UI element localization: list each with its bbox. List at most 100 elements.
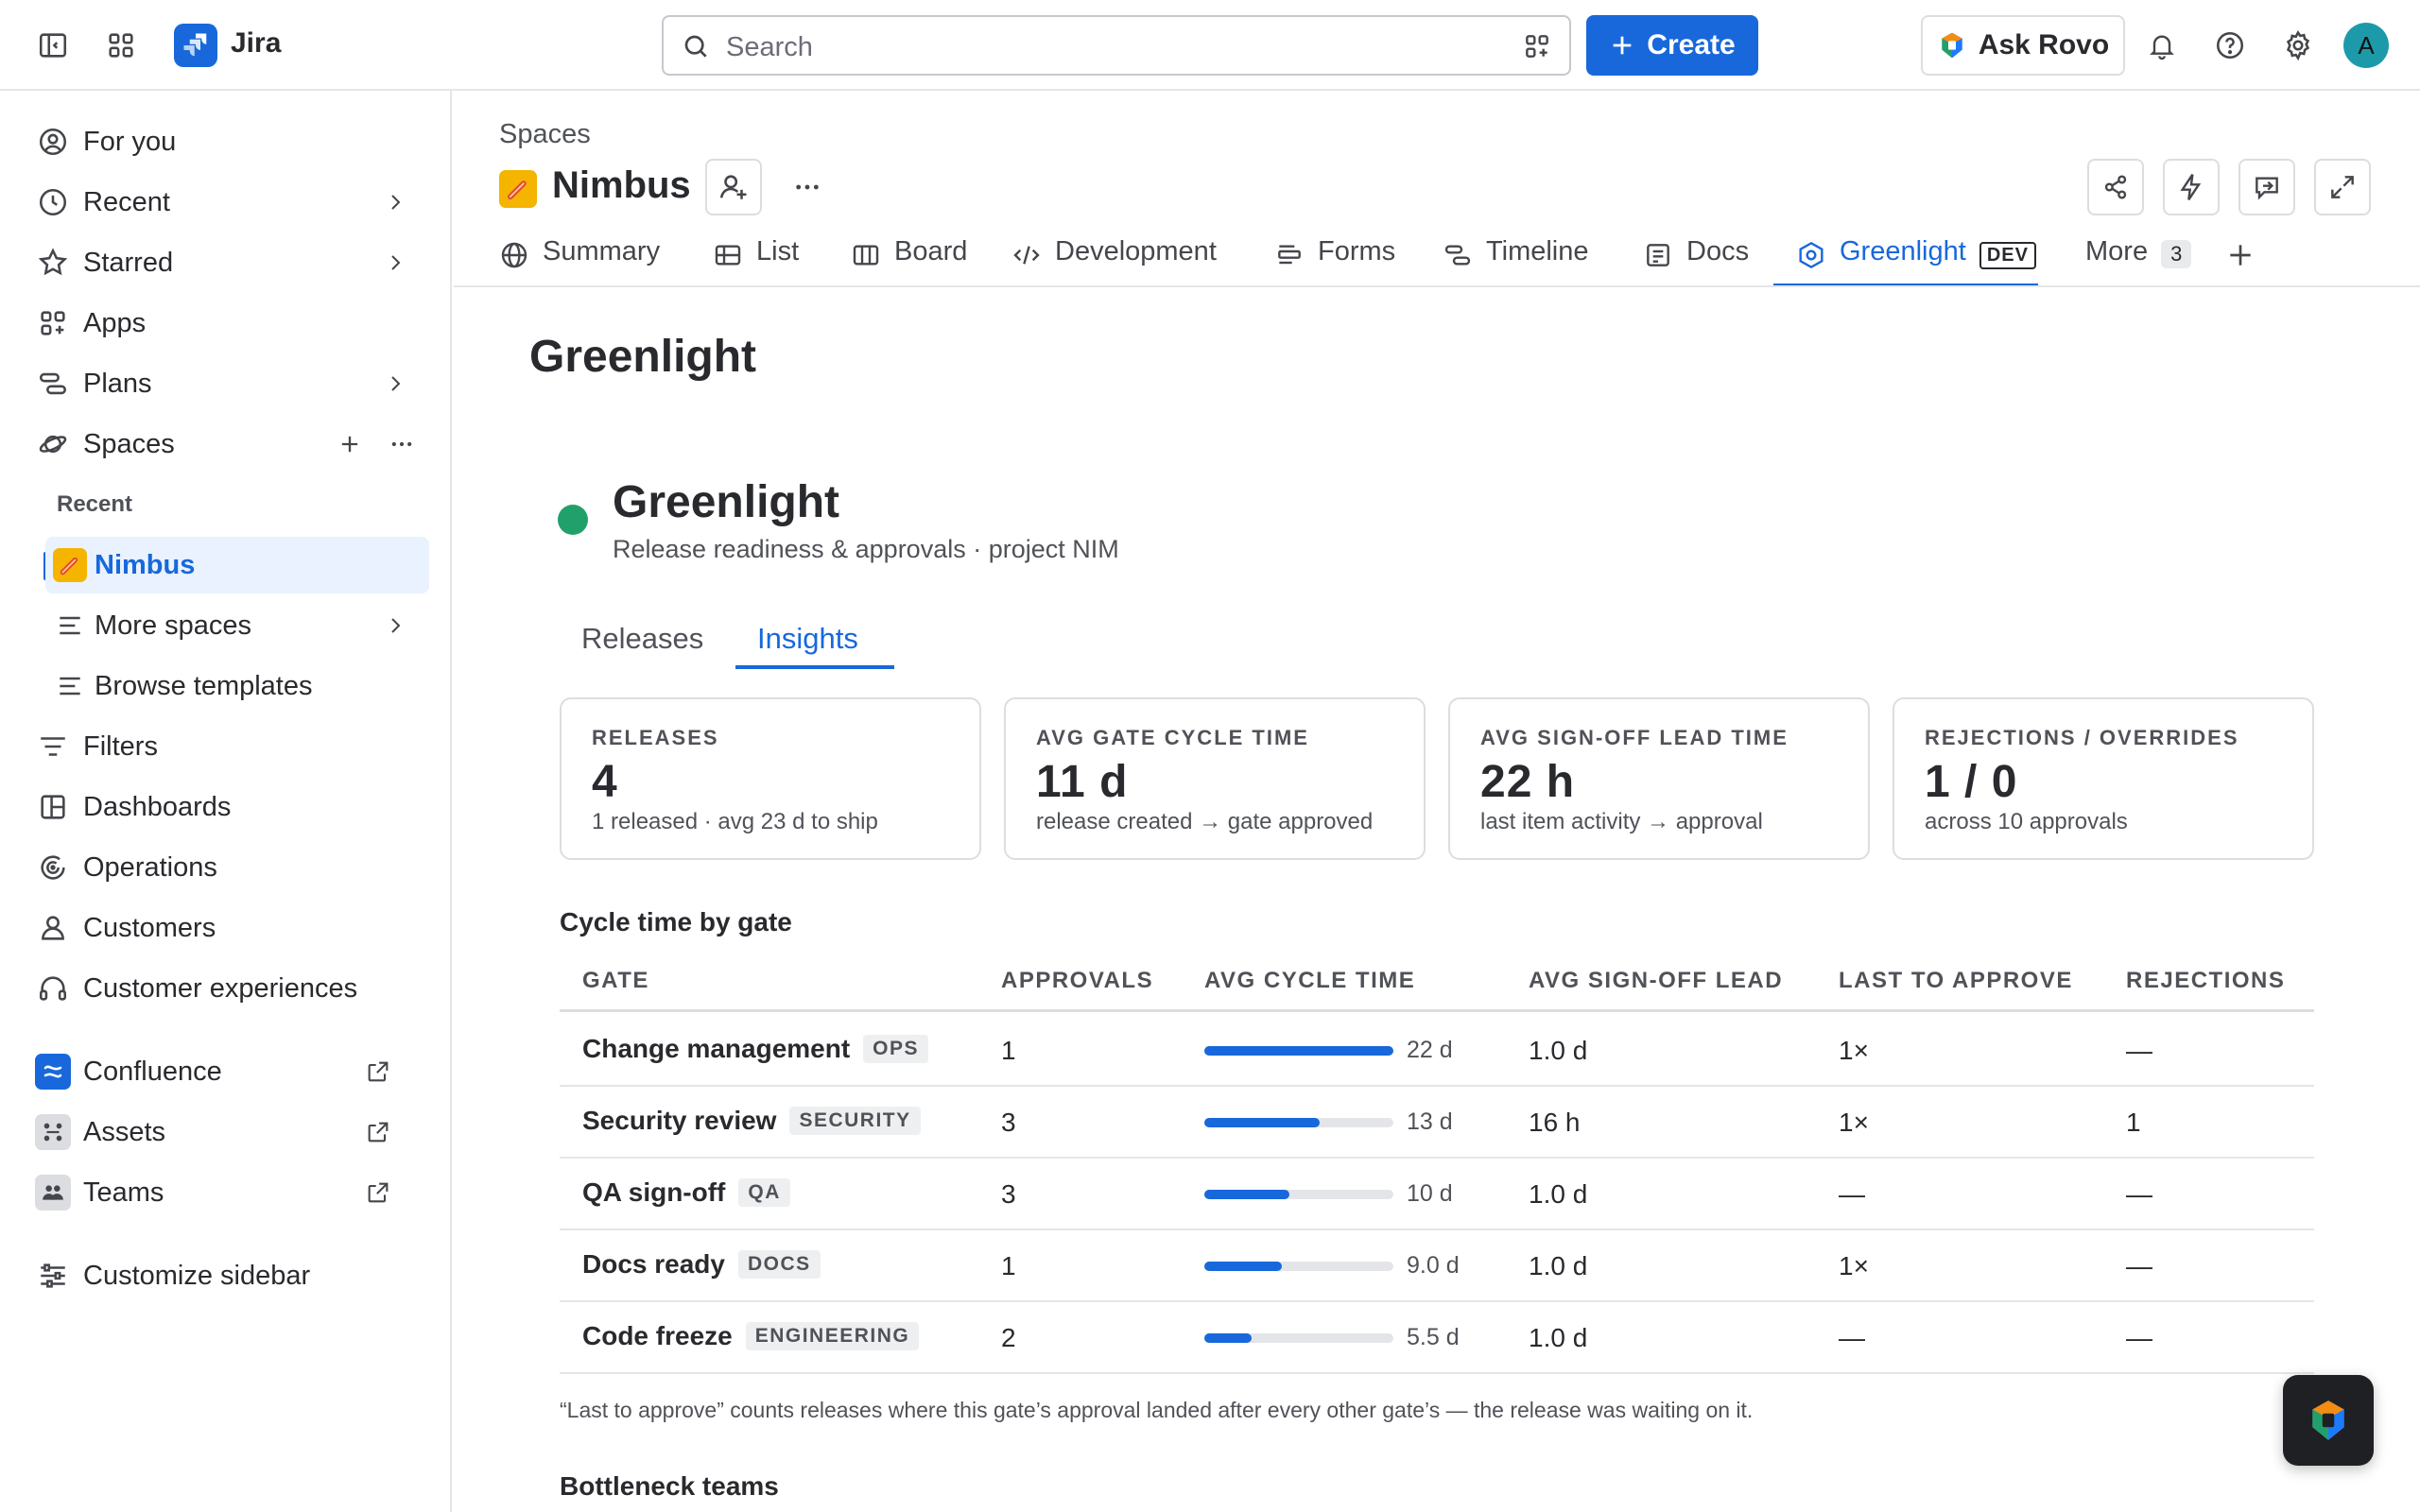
stat-card-avg-gate-cycle-time: AVG GATE CYCLE TIME 11 d release created… bbox=[1004, 697, 1426, 860]
row-divider bbox=[560, 1300, 2314, 1302]
app-switcher-icon[interactable] bbox=[95, 19, 147, 72]
cycle-time-value: 13 d bbox=[1407, 1108, 1453, 1135]
sidebar-item-dashboards[interactable]: Dashboards bbox=[23, 779, 429, 835]
operations-icon bbox=[23, 851, 83, 884]
chevron-right-icon[interactable] bbox=[384, 191, 406, 214]
headset-icon bbox=[23, 972, 83, 1005]
sidebar-item-customers[interactable]: Customers bbox=[23, 900, 429, 956]
table-row-gate[interactable]: Docs ready DOCS bbox=[582, 1249, 821, 1280]
sidebar-item-apps[interactable]: Apps bbox=[23, 295, 429, 352]
help-icon[interactable] bbox=[2204, 19, 2256, 72]
table-footnote: “Last to approve” counts releases where … bbox=[560, 1398, 1754, 1422]
search-input[interactable]: Search bbox=[662, 15, 1571, 76]
app-subtitle: Release readiness & approvals · project … bbox=[613, 535, 1119, 563]
sidebar-item-spaces[interactable]: Spaces bbox=[23, 416, 429, 472]
ask-rovo-button[interactable]: Ask Rovo bbox=[1921, 15, 2125, 76]
filter-icon[interactable] bbox=[1522, 31, 1552, 61]
add-tab-button[interactable] bbox=[2225, 234, 2256, 287]
feedback-button[interactable] bbox=[2238, 159, 2295, 215]
sidebar-item-for-you[interactable]: For you bbox=[23, 113, 429, 170]
row-divider bbox=[560, 1157, 2314, 1159]
team-tag: DOCS bbox=[737, 1250, 821, 1279]
tab-list[interactable]: List bbox=[713, 234, 799, 287]
cycle-time-value: 22 d bbox=[1407, 1037, 1453, 1063]
more-options-icon[interactable] bbox=[388, 431, 416, 457]
sidebar-item-customer-experiences[interactable]: Customer experiences bbox=[23, 960, 429, 1017]
rovo-chat-button[interactable] bbox=[2283, 1375, 2374, 1466]
gate-name: Security review bbox=[582, 1106, 777, 1135]
greenlight-icon bbox=[1796, 240, 1826, 270]
tab-development[interactable]: Development bbox=[1011, 234, 1217, 287]
tab-more[interactable]: More 3 bbox=[2085, 234, 2192, 287]
jira-logo-icon[interactable] bbox=[174, 24, 217, 67]
table-row-gate[interactable]: Security review SECURITY bbox=[582, 1106, 921, 1136]
list-lines-icon bbox=[45, 610, 95, 641]
stat-value: 11 d bbox=[1036, 757, 1129, 807]
sidebar-item-more-spaces[interactable]: More spaces bbox=[23, 597, 429, 654]
add-person-icon bbox=[719, 175, 747, 199]
dev-badge: DEV bbox=[1979, 242, 2036, 269]
sidebar-item-teams[interactable]: Teams bbox=[23, 1164, 429, 1221]
assets-icon bbox=[23, 1114, 83, 1150]
space-more-options-button[interactable] bbox=[779, 159, 836, 215]
table-row-gate[interactable]: Code freeze ENGINEERING bbox=[582, 1321, 920, 1351]
sidebar-item-confluence[interactable]: Confluence bbox=[23, 1043, 429, 1100]
rovo-icon bbox=[2312, 1400, 2344, 1440]
team-tag: SECURITY bbox=[789, 1107, 921, 1135]
rovo-icon bbox=[1942, 32, 1962, 59]
apps-icon bbox=[23, 307, 83, 339]
add-space-icon[interactable] bbox=[337, 431, 363, 457]
automation-button[interactable] bbox=[2163, 159, 2220, 215]
sidebar-item-label: Plans bbox=[83, 368, 152, 399]
sidebar-item-recent[interactable]: Recent bbox=[23, 174, 429, 231]
sidebar-item-operations[interactable]: Operations bbox=[23, 839, 429, 896]
tab-summary[interactable]: Summary bbox=[499, 234, 660, 287]
tab-label: Forms bbox=[1318, 236, 1396, 266]
sidebar: For you Recent Starred Apps Plans Spaces bbox=[0, 91, 452, 1512]
create-button[interactable]: Create bbox=[1586, 15, 1758, 76]
tab-docs[interactable]: Docs bbox=[1643, 234, 1749, 287]
chevron-right-icon[interactable] bbox=[384, 372, 406, 395]
cycle-time-bar-fill bbox=[1204, 1333, 1252, 1343]
chevron-right-icon[interactable] bbox=[384, 251, 406, 274]
status-indicator bbox=[558, 505, 588, 535]
approvals-cell: 1 bbox=[1001, 1251, 1016, 1280]
sidebar-item-browse-templates[interactable]: Browse templates bbox=[23, 658, 429, 714]
table-row-gate[interactable]: QA sign-off QA bbox=[582, 1177, 790, 1208]
sidebar-item-nimbus[interactable]: Nimbus bbox=[45, 537, 429, 593]
rejections-cell: — bbox=[2126, 1036, 2152, 1065]
tab-timeline[interactable]: Timeline bbox=[1443, 234, 1589, 287]
tab-forms[interactable]: Forms bbox=[1274, 234, 1395, 287]
app-name[interactable]: Jira bbox=[231, 27, 281, 60]
tab-greenlight[interactable]: Greenlight DEV bbox=[1773, 234, 2038, 287]
settings-icon[interactable] bbox=[2272, 19, 2325, 72]
table-row-gate[interactable]: Change management OPS bbox=[582, 1034, 929, 1064]
breadcrumb[interactable]: Spaces bbox=[499, 119, 591, 150]
tab-insights[interactable]: Insights bbox=[757, 622, 858, 656]
bell-icon[interactable] bbox=[2135, 19, 2188, 72]
tab-label: Development bbox=[1055, 236, 1217, 266]
avatar[interactable]: A bbox=[2343, 23, 2389, 68]
search-placeholder: Search bbox=[726, 32, 813, 62]
sidebar-item-plans[interactable]: Plans bbox=[23, 355, 429, 412]
sidebar-item-assets[interactable]: Assets bbox=[23, 1104, 429, 1160]
sidebar-item-filters[interactable]: Filters bbox=[23, 718, 429, 775]
sidebar-item-starred[interactable]: Starred bbox=[23, 234, 429, 291]
sidebar-item-label: Filters bbox=[83, 730, 158, 762]
create-label: Create bbox=[1647, 29, 1736, 60]
tab-releases[interactable]: Releases bbox=[581, 622, 703, 656]
last-to-approve-cell: — bbox=[1839, 1323, 1865, 1352]
docs-icon bbox=[1643, 240, 1673, 270]
customize-sidebar-button[interactable]: Customize sidebar bbox=[23, 1247, 429, 1304]
fullscreen-button[interactable] bbox=[2314, 159, 2371, 215]
tab-board[interactable]: Board bbox=[851, 234, 967, 287]
sign-off-lead-cell: 1.0 d bbox=[1529, 1251, 1588, 1280]
chevron-right-icon[interactable] bbox=[384, 614, 406, 637]
gate-name: Change management bbox=[582, 1034, 851, 1063]
lightning-icon bbox=[2180, 174, 2202, 200]
sidebar-toggle-icon[interactable] bbox=[26, 19, 79, 72]
sidebar-item-label: Customize sidebar bbox=[83, 1260, 311, 1291]
share-button[interactable] bbox=[2087, 159, 2144, 215]
add-people-button[interactable] bbox=[705, 159, 762, 215]
team-tag: OPS bbox=[863, 1035, 929, 1063]
